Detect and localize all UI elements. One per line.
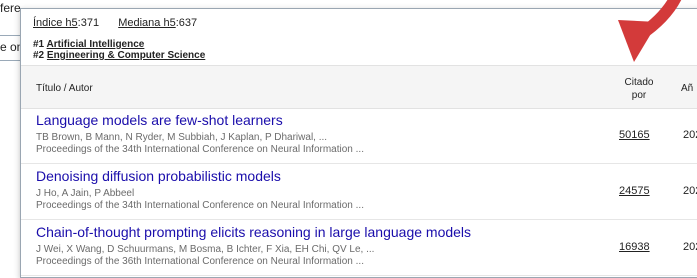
h5-median-value: :637 — [175, 17, 198, 29]
background-divider — [0, 60, 20, 61]
background-text-top: fere — [0, 1, 21, 15]
background-page: fere e on — [0, 0, 23, 273]
category-rank: #2 Engineering & Computer Science — [33, 50, 205, 61]
background-divider — [0, 35, 20, 36]
cited-by-line2: por — [631, 90, 647, 101]
table-row: Language models are few-shot learners TB… — [21, 107, 697, 164]
h5-metrics: Índice h5:371 Mediana h5:637 — [33, 17, 197, 29]
category-link-engineering[interactable]: Engineering & Computer Science — [47, 50, 205, 61]
red-arrow-annotation-icon — [618, 0, 682, 62]
category-rank-number: #2 — [33, 50, 45, 61]
column-header-title: Título / Autor — [36, 83, 93, 94]
table-row: Denoising diffusion probabilistic models… — [21, 163, 697, 220]
column-header-year[interactable]: Añ — [681, 83, 693, 94]
cited-by-count-link[interactable]: 24575 — [619, 185, 650, 197]
category-rank-number: #1 — [33, 39, 45, 50]
article-venue: Proceedings of the 34th International Co… — [36, 144, 364, 155]
article-authors: TB Brown, B Mann, N Ryder, M Subbiah, J … — [36, 132, 328, 143]
h5-index-value: :371 — [77, 17, 100, 29]
article-title-link[interactable]: Language models are few-shot learners — [36, 112, 283, 128]
article-title-link[interactable]: Chain-of-thought prompting elicits reaso… — [36, 224, 471, 240]
article-venue: Proceedings of the 36th International Co… — [36, 256, 364, 267]
h5-index-link[interactable]: Índice h5 — [33, 17, 78, 29]
category-link-artificial-intelligence[interactable]: Artificial Intelligence — [47, 39, 145, 50]
publication-popup: Índice h5:371 Mediana h5:637 #1 Artifici… — [20, 8, 697, 278]
cited-by-count-link[interactable]: 50165 — [619, 129, 650, 141]
article-authors: J Wei, X Wang, D Schuurmans, M Bosma, B … — [36, 244, 375, 255]
article-title-link[interactable]: Denoising diffusion probabilistic models — [36, 168, 281, 184]
article-authors: J Ho, A Jain, P Abbeel — [36, 188, 135, 199]
article-year: 202 — [683, 129, 697, 141]
table-row: Chain-of-thought prompting elicits reaso… — [21, 219, 697, 276]
cited-by-count-link[interactable]: 16938 — [619, 241, 650, 253]
table-header: Título / Autor Citado por Añ — [21, 65, 697, 109]
article-venue: Proceedings of the 34th International Co… — [36, 200, 364, 211]
article-year: 202 — [683, 185, 697, 197]
article-year: 202 — [683, 241, 697, 253]
h5-median-link[interactable]: Mediana h5 — [118, 17, 176, 29]
category-rank: #1 Artificial Intelligence — [33, 39, 144, 50]
